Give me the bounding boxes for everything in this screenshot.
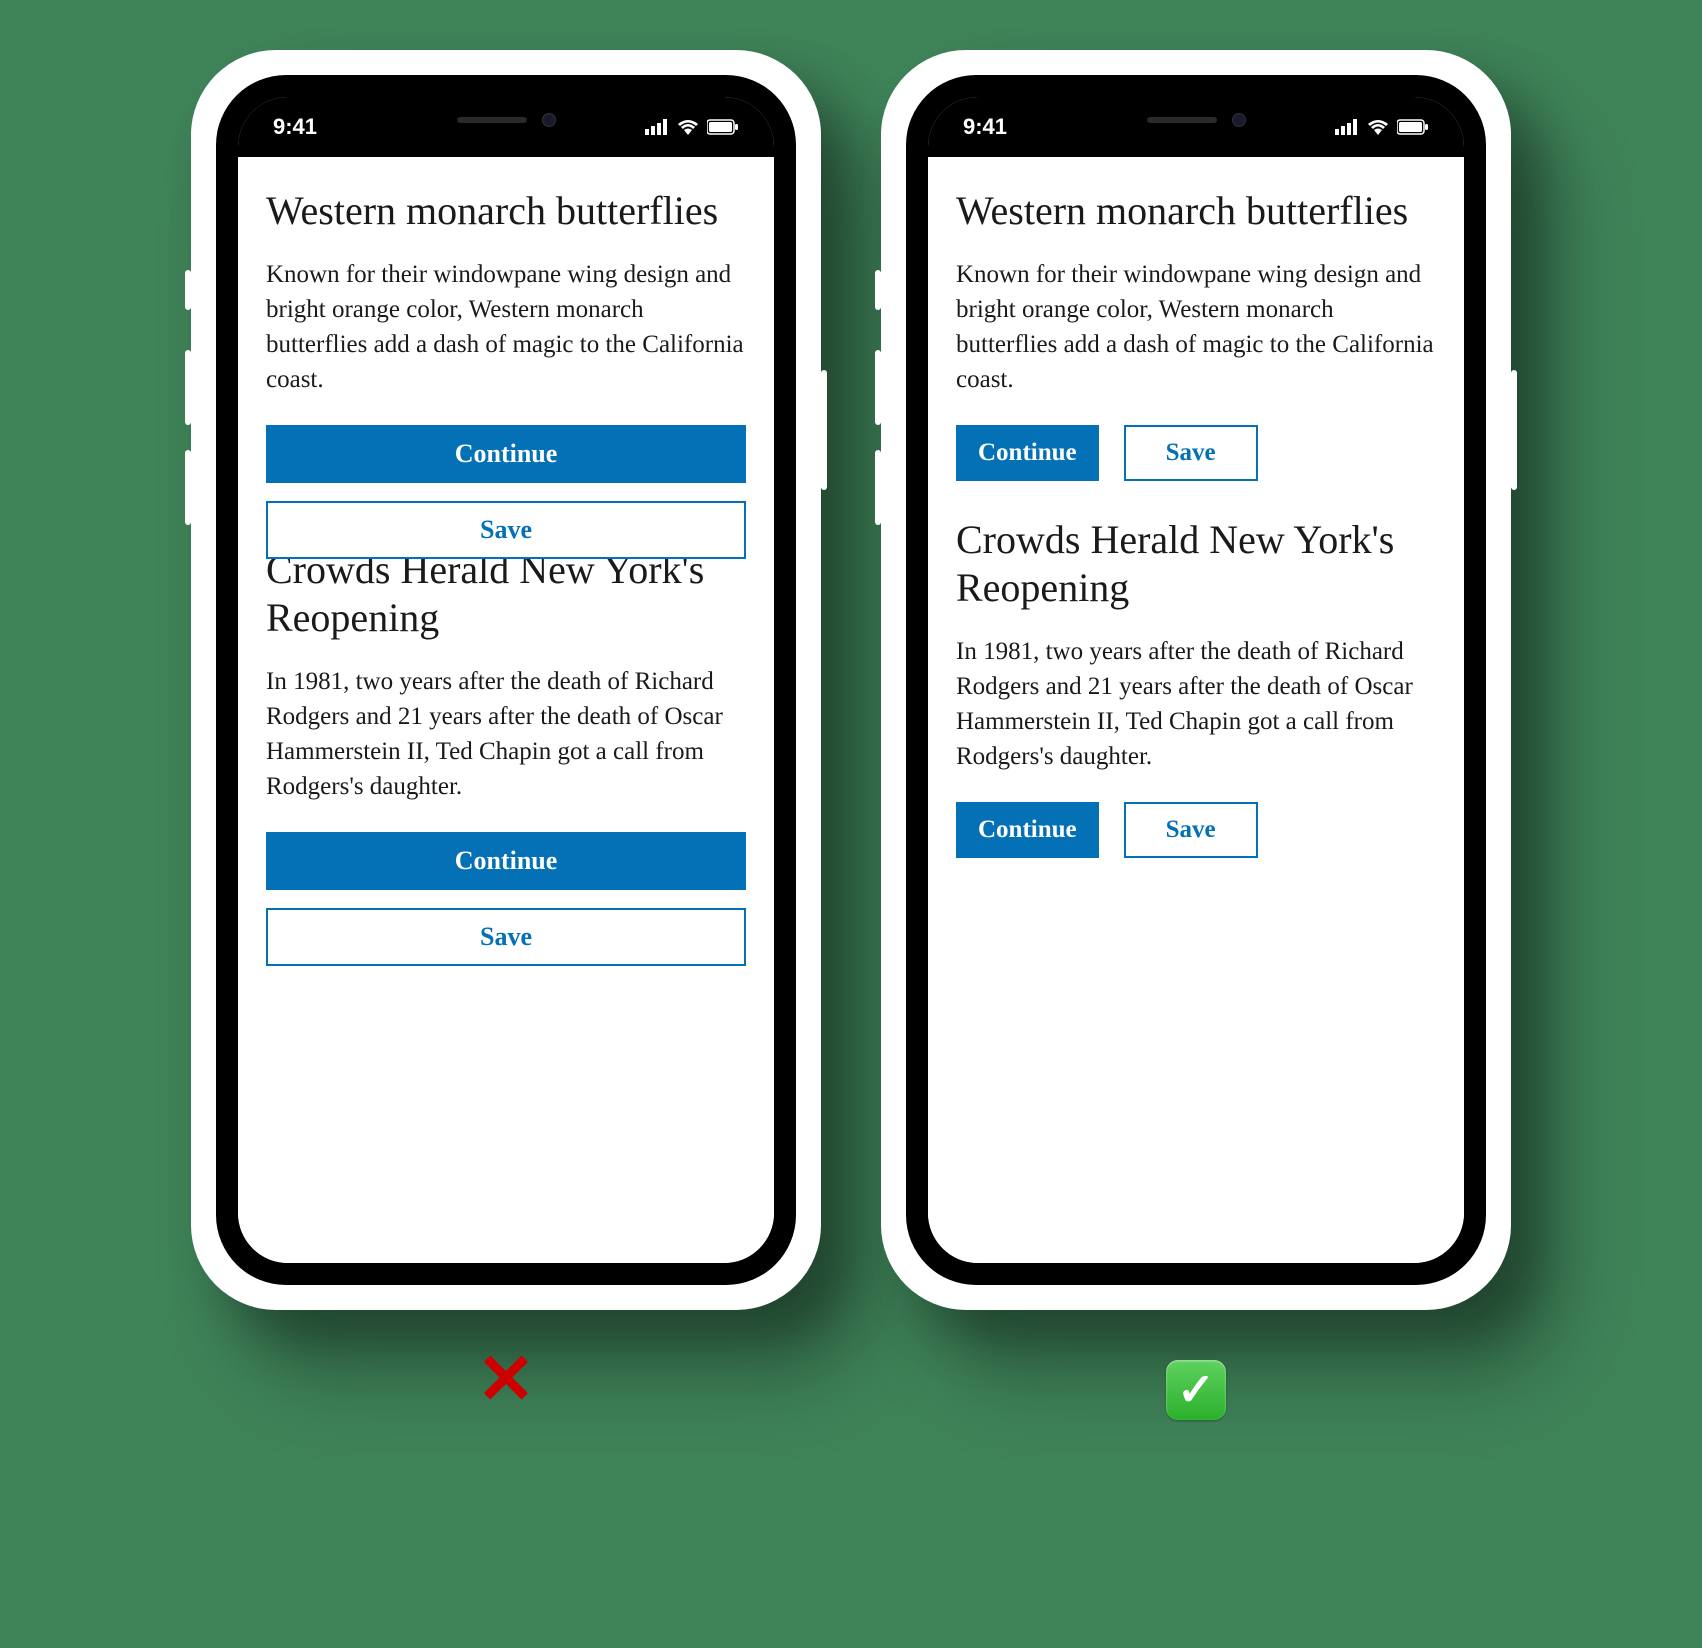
- continue-button[interactable]: Continue: [956, 802, 1099, 858]
- front-camera: [542, 113, 556, 127]
- status-time: 9:41: [963, 114, 1007, 140]
- wifi-icon: [1367, 119, 1389, 135]
- article-title: Crowds Herald New York's Reopening: [266, 546, 746, 642]
- phone-notch: [366, 97, 646, 142]
- power-button: [1511, 370, 1517, 490]
- volume-down-button: [875, 450, 881, 525]
- phone-mockup-good: 9:41: [881, 50, 1511, 1310]
- article-card: Western monarch butterflies Known for th…: [266, 187, 746, 559]
- speaker-grille: [457, 117, 527, 123]
- article-title: Crowds Herald New York's Reopening: [956, 516, 1436, 612]
- power-button: [821, 370, 827, 490]
- article-card: Western monarch butterflies Known for th…: [956, 187, 1436, 481]
- continue-button[interactable]: Continue: [266, 832, 746, 890]
- speaker-grille: [1147, 117, 1217, 123]
- save-button[interactable]: Save: [266, 908, 746, 966]
- front-camera: [1232, 113, 1246, 127]
- save-button[interactable]: Save: [266, 501, 746, 559]
- mute-switch: [185, 270, 191, 310]
- save-button[interactable]: Save: [1124, 425, 1258, 481]
- phone-notch: [1056, 97, 1336, 142]
- signal-icon: [1335, 119, 1359, 135]
- article-body: In 1981, two years after the death of Ri…: [266, 664, 746, 804]
- mute-switch: [875, 270, 881, 310]
- article-card: Crowds Herald New York's Reopening In 19…: [956, 516, 1436, 858]
- article-title: Western monarch butterflies: [266, 187, 746, 235]
- screen-content: Western monarch butterflies Known for th…: [238, 157, 774, 1263]
- signal-icon: [645, 119, 669, 135]
- wifi-icon: [677, 119, 699, 135]
- correct-icon: ✓: [1166, 1351, 1226, 1420]
- incorrect-icon: ✕: [477, 1338, 536, 1420]
- volume-down-button: [185, 450, 191, 525]
- battery-icon: [1397, 119, 1429, 135]
- continue-button[interactable]: Continue: [266, 425, 746, 483]
- status-time: 9:41: [273, 114, 317, 140]
- article-card: Crowds Herald New York's Reopening In 19…: [266, 546, 746, 966]
- battery-icon: [707, 119, 739, 135]
- article-body: In 1981, two years after the death of Ri…: [956, 634, 1436, 774]
- article-body: Known for their windowpane wing design a…: [956, 257, 1436, 397]
- continue-button[interactable]: Continue: [956, 425, 1099, 481]
- volume-up-button: [875, 350, 881, 425]
- save-button[interactable]: Save: [1124, 802, 1258, 858]
- article-title: Western monarch butterflies: [956, 187, 1436, 235]
- volume-up-button: [185, 350, 191, 425]
- article-body: Known for their windowpane wing design a…: [266, 257, 746, 397]
- phone-mockup-bad: 9:41: [191, 50, 821, 1310]
- screen-content: Western monarch butterflies Known for th…: [928, 157, 1464, 1263]
